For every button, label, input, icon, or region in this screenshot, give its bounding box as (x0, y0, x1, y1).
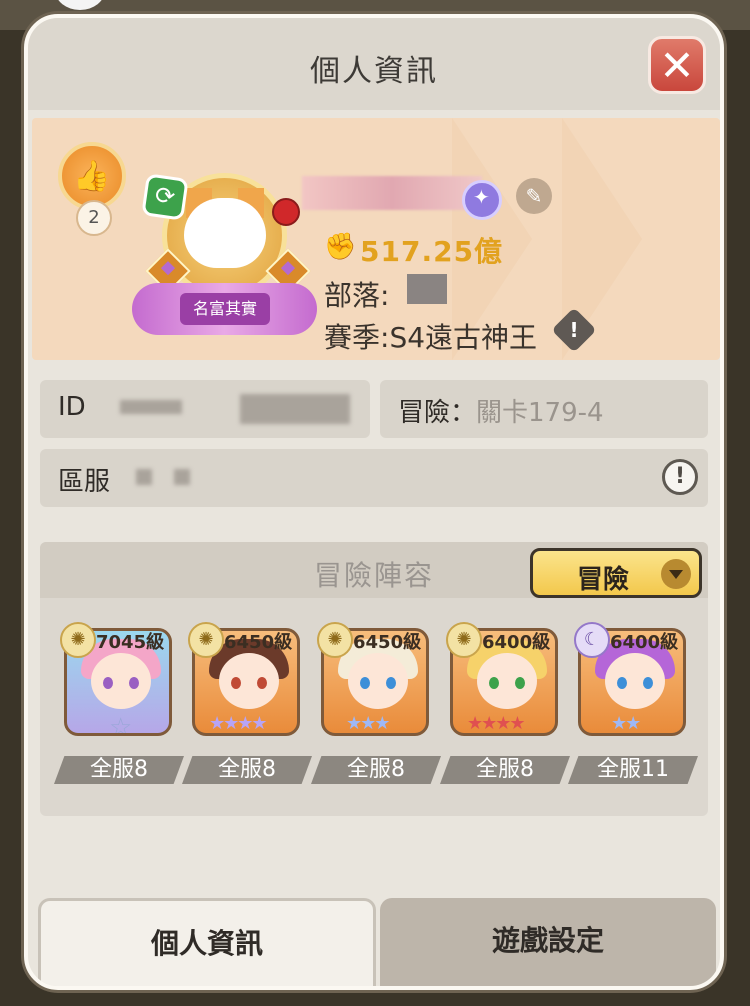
tribe-redacted (407, 274, 447, 304)
power-value: 517.25億 (360, 235, 504, 268)
hero-rank: 全服8 (182, 756, 312, 784)
hero-level: 7045級 (96, 632, 165, 653)
fist-icon: ✊ (324, 232, 357, 262)
edit-name-button[interactable]: ✎ (516, 178, 552, 214)
sun-icon: ✺ (188, 622, 224, 658)
id-label: ID (58, 392, 86, 422)
tab-game-settings[interactable]: 遊戲設定 (380, 898, 716, 986)
lineup-mode-label: 冒險 (577, 565, 630, 595)
medal-icon[interactable] (462, 180, 502, 220)
hero-rank: 全服8 (440, 756, 570, 784)
hero-level: 6450級 (224, 632, 293, 653)
id-redacted (240, 394, 350, 424)
player-name-redacted (302, 176, 482, 210)
pencil-icon: ✎ (525, 184, 543, 208)
player-name-icon (272, 198, 300, 226)
hero-rank: 全服8 (54, 756, 184, 784)
season-row: 賽季:S4遠古神王 (324, 316, 537, 356)
lineup-mode-dropdown[interactable]: 冒險 (530, 548, 702, 598)
player-id-field: ID (40, 380, 370, 438)
adventure-value: 關卡179-4 (476, 398, 604, 428)
hero-stars: ★★★★ (209, 713, 268, 734)
season-info-button[interactable]: ! (551, 307, 597, 353)
season-label: 賽季: (324, 321, 390, 354)
hero-rank: 全服8 (311, 756, 441, 784)
bottom-tabs: 個人資訊 遊戲設定 (28, 898, 720, 986)
season-value: S4遠古神王 (389, 321, 538, 354)
hero-level: 6400級 (482, 632, 551, 653)
dialog-title: 個人資訊 (310, 54, 438, 89)
adventure-label: 冒險： (398, 398, 477, 428)
chevron-down-icon (661, 559, 691, 589)
exclamation-icon: ! (569, 318, 579, 342)
thumbs-up-icon: 👍 (73, 158, 111, 194)
id-redacted (120, 400, 182, 414)
sun-icon: ✺ (317, 622, 353, 658)
hero-stars: ★★ (611, 713, 641, 734)
avatar-banner: 名富其實 (180, 293, 270, 325)
tribe-label: 部落: (324, 279, 390, 312)
server-label: 區服 (58, 467, 111, 497)
switch-avatar-icon[interactable]: ⟳ (141, 173, 189, 221)
server-field: 區服 ! (40, 449, 708, 507)
profile-dialog: 個人資訊 ✕ 👍 2 名富其實 ⟳ ✎ ✊ 517.25億 部落: 賽季:S4遠… (24, 14, 724, 990)
hero-stars: ☆ (109, 713, 132, 736)
moon-icon: ☾ (574, 622, 610, 658)
hero-level: 6400級 (610, 632, 679, 653)
profile-card: 👍 2 名富其實 ⟳ ✎ ✊ 517.25億 部落: 賽季:S4遠古神王 ! (32, 118, 720, 360)
server-redacted (174, 469, 190, 485)
server-redacted (136, 469, 152, 485)
lineup-panel: 冒險陣容 冒險 ☆ ✺ 7045級 全服8 ★★★★ ✺ 6450級 全服8 ★… (40, 542, 708, 816)
tab-profile-info[interactable]: 個人資訊 (38, 898, 376, 986)
dialog-title-bar: 個人資訊 ✕ (28, 18, 720, 110)
like-count: 2 (76, 200, 112, 236)
avatar-face (184, 198, 266, 268)
adventure-progress: 冒險： 關卡179-4 (380, 380, 708, 438)
hero-level: 6450級 (353, 632, 422, 653)
lineup-header: 冒險陣容 冒險 (40, 542, 708, 598)
sun-icon: ✺ (446, 622, 482, 658)
hero-stars: ★★★★ (467, 713, 526, 734)
hero-rank: 全服11 (568, 756, 698, 784)
close-button[interactable]: ✕ (648, 36, 706, 94)
sun-icon: ✺ (60, 622, 96, 658)
server-info-button[interactable]: ! (662, 459, 698, 495)
hero-stars: ★★★ (346, 713, 390, 734)
close-icon: ✕ (659, 40, 695, 90)
